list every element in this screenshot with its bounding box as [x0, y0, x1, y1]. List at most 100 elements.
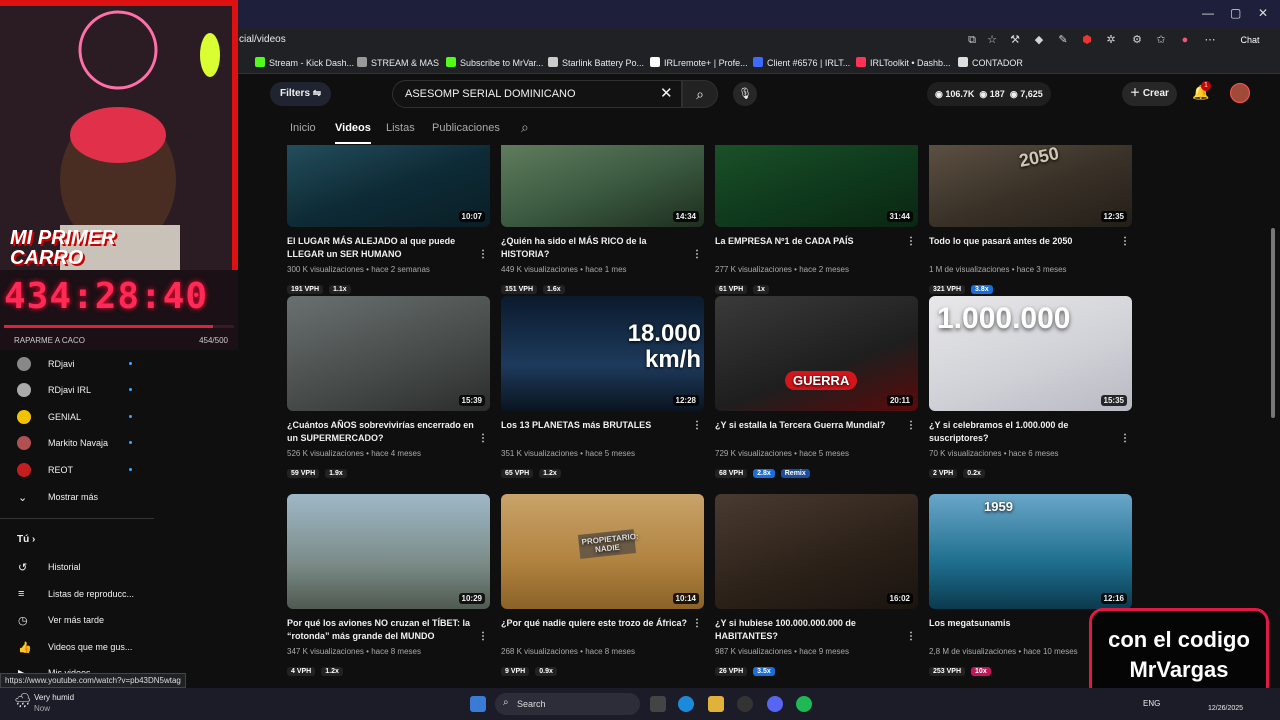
video-title[interactable]: El LUGAR MÁS ALEJADO al que puede LLEGAR… [287, 236, 455, 259]
task-view-icon[interactable] [650, 696, 666, 712]
video-thumbnail[interactable]: 31:44 [715, 145, 918, 227]
favorites-icon[interactable]: ✩ [1154, 33, 1168, 47]
more-icon[interactable]: ⋯ [1203, 33, 1217, 47]
video-card[interactable]: GUERRA 20:11 ¿Y si estalla la Tercera Guer… [715, 296, 918, 478]
more-options-icon[interactable]: ⋮ [906, 235, 916, 248]
puzzle-icon[interactable]: ✲ [1104, 33, 1118, 47]
video-title-wrap[interactable]: La EMPRESA Nº1 de CADA PAÍS ⋮ [715, 235, 918, 263]
video-card[interactable]: 15:39 ¿Cuántos AÑOS sobrevivirías encerra… [287, 296, 490, 478]
extension-icon[interactable]: ⚒ [1008, 33, 1022, 47]
more-options-icon[interactable]: ⋮ [478, 630, 488, 643]
video-thumbnail[interactable]: 15:39 [287, 296, 490, 411]
video-thumbnail[interactable]: 10:29 [287, 494, 490, 609]
video-title-wrap[interactable]: ¿Por qué nadie quiere este trozo de Áfri… [501, 617, 704, 645]
video-card[interactable]: 10:29 Por qué los aviones NO cruzan el TÍ… [287, 494, 490, 676]
video-thumbnail[interactable]: PROPIETARIO: NADIE 10:14 [501, 494, 704, 609]
explorer-icon[interactable] [708, 696, 724, 712]
search-button[interactable]: ⌕ [682, 80, 718, 108]
bookmark-item[interactable]: Client #6576 | IRLT... [753, 57, 850, 68]
edge-icon[interactable] [678, 696, 694, 712]
bookmark-item[interactable]: STREAM & MAS [357, 57, 439, 68]
video-title[interactable]: ¿Quién ha sido el MÁS RICO de la HISTORI… [501, 236, 647, 259]
pen-icon[interactable]: ✎ [1056, 33, 1070, 47]
video-card[interactable]: 14:34 ¿Quién ha sido el MÁS RICO de la HI… [501, 145, 704, 294]
video-title-wrap[interactable]: Todo lo que pasará antes de 2050 ⋮ [929, 235, 1132, 263]
video-title-wrap[interactable]: ¿Y si estalla la Tercera Guerra Mundial?… [715, 419, 918, 447]
video-thumbnail[interactable]: 18.000 km/h 12:28 [501, 296, 704, 411]
ad-block-icon[interactable]: ⬢ [1080, 33, 1094, 47]
video-title-wrap[interactable]: ¿Y si hubiese 100.000.000.000 de HABITAN… [715, 617, 918, 645]
mic-button[interactable]: 🎙 [733, 82, 757, 106]
video-card[interactable]: 1.000.000 15:35 ¿Y si celebramos el 1.000.… [929, 296, 1132, 478]
search-input[interactable]: ASESOMP SERIAL DOMINICANO [392, 80, 682, 108]
video-title[interactable]: ¿Y si estalla la Tercera Guerra Mundial? [715, 420, 885, 430]
more-options-icon[interactable]: ⋮ [692, 617, 702, 630]
video-title[interactable]: ¿Por qué nadie quiere este trozo de Áfri… [501, 618, 687, 628]
video-card[interactable]: 16:02 ¿Y si hubiese 100.000.000.000 de HA… [715, 494, 918, 676]
tab-publicaciones[interactable]: Publicaciones [432, 122, 500, 134]
profile-icon[interactable]: ● [1178, 33, 1192, 47]
minimize-icon[interactable]: — [1202, 6, 1214, 20]
video-title[interactable]: ¿Y si celebramos el 1.000.000 de suscrip… [929, 420, 1068, 443]
more-options-icon[interactable]: ⋮ [906, 630, 916, 643]
spotify-icon[interactable] [796, 696, 812, 712]
tab-videos[interactable]: Videos [335, 122, 371, 144]
video-title-wrap[interactable]: El LUGAR MÁS ALEJADO al que puede LLEGAR… [287, 235, 490, 263]
url-text[interactable]: cial/videos [239, 34, 286, 45]
more-options-icon[interactable]: ⋮ [906, 419, 916, 432]
video-thumbnail[interactable]: 14:34 [501, 145, 704, 227]
video-thumbnail[interactable]: 16:02 [715, 494, 918, 609]
channel-search-icon[interactable]: ⌕ [521, 119, 529, 136]
maximize-icon[interactable]: ▢ [1230, 6, 1241, 20]
bookmark-item[interactable]: Subscribe to MrVar... [446, 57, 543, 68]
tab-listas[interactable]: Listas [386, 122, 415, 134]
video-title[interactable]: Los megatsunamis [929, 618, 1011, 628]
video-card[interactable]: PROPIETARIO: NADIE 10:14 ¿Por qué nadie qu… [501, 494, 704, 676]
video-title-wrap[interactable]: ¿Quién ha sido el MÁS RICO de la HISTORI… [501, 235, 704, 263]
video-title-wrap[interactable]: ¿Cuántos AÑOS sobrevivirías encerrado en… [287, 419, 490, 447]
more-options-icon[interactable]: ⋮ [478, 432, 488, 445]
video-card[interactable]: 31:44 La EMPRESA Nº1 de CADA PAÍS ⋮ 277 K v… [715, 145, 918, 294]
video-thumbnail[interactable]: 1959 12:16 [929, 494, 1132, 609]
video-card[interactable]: 2050 12:35 Todo lo que pasará antes de 205… [929, 145, 1132, 294]
create-button[interactable]: ＋ Crear [1122, 82, 1177, 106]
open-tab-icon[interactable]: ⧉ [965, 33, 979, 47]
bookmark-item[interactable]: IRLremote+ | Profe... [650, 57, 748, 68]
date[interactable]: 12/26/2025 [1208, 705, 1243, 712]
video-title-wrap[interactable]: Por qué los aviones NO cruzan el TÍBET: … [287, 617, 490, 645]
more-options-icon[interactable]: ⋮ [1120, 432, 1130, 445]
notifications-button[interactable]: 🔔 1 [1192, 81, 1211, 100]
video-title-wrap[interactable]: ¿Y si celebramos el 1.000.000 de suscrip… [929, 419, 1132, 447]
more-options-icon[interactable]: ⋮ [692, 248, 702, 261]
taskbar-search[interactable]: Search [495, 693, 640, 715]
tab-inicio[interactable]: Inicio [290, 122, 316, 134]
video-card[interactable]: 10:07 El LUGAR MÁS ALEJADO al que puede L… [287, 145, 490, 294]
filters-button[interactable]: Filters ⇋ [270, 82, 332, 106]
weather-text[interactable]: Very humid [34, 693, 74, 702]
more-options-icon[interactable]: ⋮ [478, 248, 488, 261]
bookmark-item[interactable]: Starlink Battery Po... [548, 57, 644, 68]
video-thumbnail[interactable]: 2050 12:35 [929, 145, 1132, 227]
star-icon[interactable]: ☆ [985, 33, 999, 47]
more-options-icon[interactable]: ⋮ [692, 419, 702, 432]
settings-icon[interactable]: ⚙ [1130, 33, 1144, 47]
diamond-icon[interactable]: ◆ [1032, 33, 1046, 47]
avatar[interactable] [1230, 83, 1250, 103]
video-thumbnail[interactable]: 10:07 [287, 145, 490, 227]
close-icon[interactable]: ✕ [1258, 6, 1268, 20]
bookmark-item[interactable]: IRLToolkit • Dashb... [856, 57, 951, 68]
obs-icon[interactable] [737, 696, 753, 712]
video-title[interactable]: ¿Y si hubiese 100.000.000.000 de HABITAN… [715, 618, 856, 641]
video-title[interactable]: Los 13 PLANETAS más BRUTALES [501, 420, 651, 430]
video-title[interactable]: ¿Cuántos AÑOS sobrevivirías encerrado en… [287, 420, 474, 443]
video-card[interactable]: 18.000 km/h 12:28 Los 13 PLANETAS más BRUT… [501, 296, 704, 478]
bookmark-item[interactable]: CONTADOR [958, 57, 1023, 68]
chat-button[interactable]: Chat [1230, 33, 1270, 47]
you-section-header[interactable]: Tú › [17, 534, 35, 545]
video-thumbnail[interactable]: GUERRA 20:11 [715, 296, 918, 411]
video-thumbnail[interactable]: 1.000.000 15:35 [929, 296, 1132, 411]
discord-icon[interactable] [767, 696, 783, 712]
more-options-icon[interactable]: ⋮ [1120, 235, 1130, 248]
scrollbar[interactable] [1271, 228, 1275, 418]
video-title[interactable]: La EMPRESA Nº1 de CADA PAÍS [715, 236, 853, 246]
